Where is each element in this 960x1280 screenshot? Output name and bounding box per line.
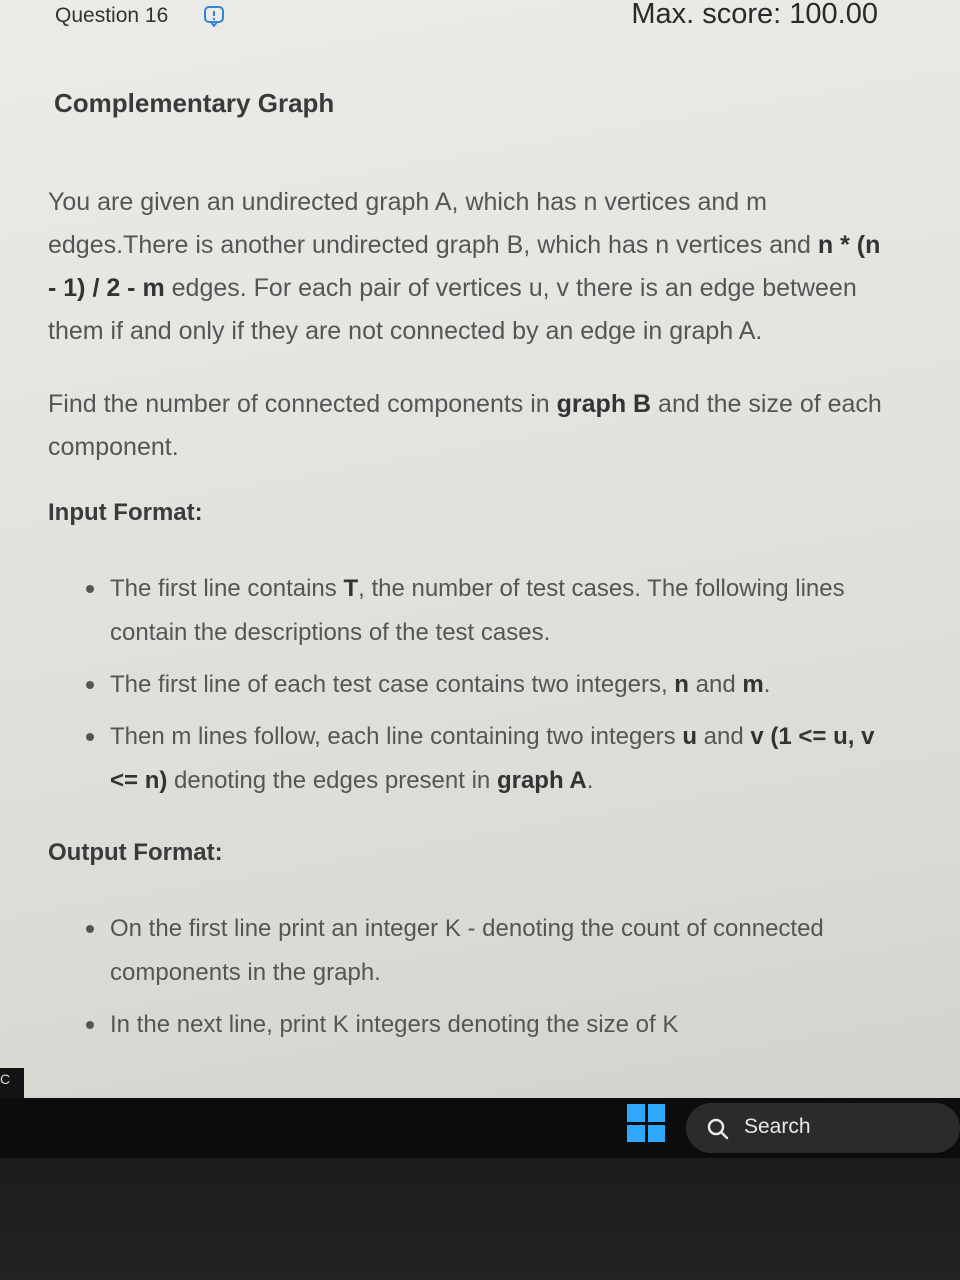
left-stub-line: C [0, 1071, 11, 1087]
bullet-icon [86, 925, 94, 933]
bold-span: graph B [556, 390, 652, 418]
question-number: Question 16 [55, 4, 169, 27]
browser-viewport: Question 16 Max. score: 100.00 Complemen… [0, 0, 960, 1098]
search-icon [707, 1118, 729, 1140]
bold-span: u [682, 723, 697, 750]
text-span: You are given an undirected graph A, whi… [48, 188, 818, 259]
bold-span: graph A [496, 767, 587, 794]
bold-span: T [343, 575, 359, 602]
bullet-icon [86, 681, 94, 689]
max-score: Max. score: 100.00 [631, 0, 878, 30]
input-format-heading: Input Format: [48, 499, 203, 526]
text-span: denoting the edges present in [167, 767, 497, 794]
windows-logo-pane [627, 1104, 645, 1122]
text-span: . [763, 671, 771, 698]
list-item: The first line of each test case contain… [86, 663, 888, 707]
text-span: The first line of each test case contain… [110, 671, 675, 698]
text-span: . [586, 767, 594, 794]
search-label: Search [744, 1115, 811, 1138]
text-span: and [697, 723, 751, 750]
input-format-list: The first line contains T, the number of… [48, 567, 888, 803]
text-span: The first line contains [110, 575, 344, 602]
windows-logo-pane [647, 1124, 665, 1142]
text-span: edges. For each pair of vertices u, v th… [48, 274, 857, 345]
problem-title: Complementary Graph [54, 88, 335, 118]
text-span: In the next line, print K integers denot… [110, 1011, 679, 1038]
output-format-list: On the first line print an integer K - d… [48, 907, 888, 1047]
windows-logo-pane [627, 1124, 645, 1142]
text-span: Then m lines follow, each line containin… [110, 723, 683, 750]
windows-logo-pane [647, 1104, 665, 1122]
problem-statement: Complementary Graph You are given an und… [48, 88, 888, 1083]
monitor-bezel [0, 1158, 960, 1280]
windows-start-icon[interactable] [627, 1104, 665, 1142]
bullet-icon [86, 733, 94, 741]
text-span: On the first line print an integer K - d… [110, 915, 824, 986]
question-bookmark-icon[interactable] [203, 5, 225, 27]
problem-description: You are given an undirected graph A, whi… [48, 181, 888, 353]
bullet-icon [86, 585, 94, 593]
list-item: The first line contains T, the number of… [86, 567, 888, 655]
text-span: Find the number of connected components … [48, 390, 557, 418]
bullet-icon [86, 1021, 94, 1029]
list-item: On the first line print an integer K - d… [86, 907, 888, 995]
list-item: Then m lines follow, each line containin… [86, 715, 888, 803]
bold-span: m [742, 671, 764, 698]
bold-span: n [674, 671, 689, 698]
list-item: In the next line, print K integers denot… [86, 1003, 888, 1047]
text-span: and [688, 671, 743, 698]
question-header: Question 16 Max. score: 100.00 [0, 0, 960, 36]
output-format-heading: Output Format: [48, 839, 223, 866]
problem-task: Find the number of connected components … [48, 383, 888, 469]
taskbar-search-button[interactable]: Search [686, 1103, 960, 1153]
